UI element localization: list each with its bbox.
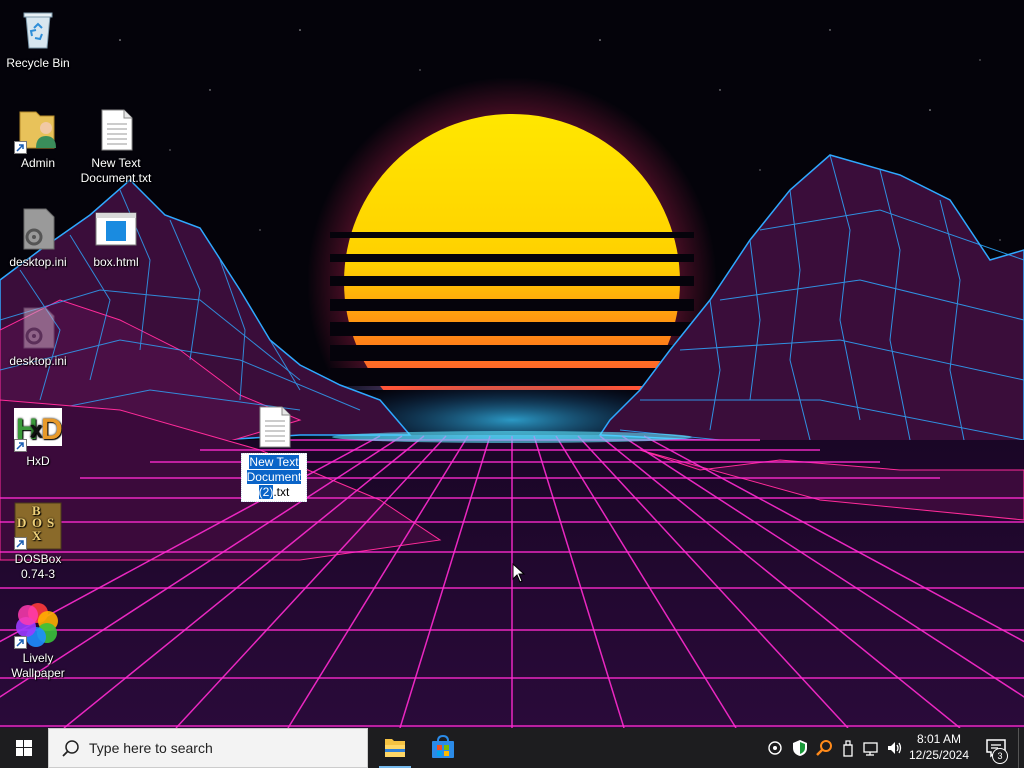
windows-logo-icon [16,740,32,756]
desktop-icon-new-text-document[interactable]: New Text Document.txt [78,106,154,186]
shortcut-arrow-icon [14,141,27,154]
search-icon [62,740,79,757]
recycle-bin-icon [14,6,62,54]
network-icon[interactable] [765,738,785,758]
settings-file-icon [14,205,62,253]
mouse-cursor-icon [512,563,526,583]
show-desktop-button[interactable] [1018,728,1024,768]
user-folder-icon [14,106,62,154]
svg-text:D: D [17,515,26,530]
desktop-icon-label: DOSBox 0.74-3 [14,552,62,581]
desktop-icon-label: desktop.ini [9,354,67,368]
desktop-icon-lively-wallpaper[interactable]: Lively Wallpaper [0,601,76,681]
defender-icon[interactable] [790,738,810,758]
clock-date: 12/25/2024 [908,748,970,762]
desktop-icon-label: Lively Wallpaper [11,651,65,680]
search-placeholder: Type here to search [89,740,213,756]
shortcut-arrow-icon [14,537,27,550]
desktop-icon-label: Recycle Bin [6,56,70,70]
desktop-icon-desktop-ini[interactable]: desktop.ini [0,205,76,270]
system-clock[interactable]: 8:01 AM 12/25/2024 [908,731,970,763]
hxd-icon: H x D [14,404,63,452]
desktop-icon-dosbox[interactable]: BDOSX DOSBox 0.74-3 [0,502,76,582]
desktop[interactable]: Recycle Bin Admin New Text Document.txt [0,0,1024,728]
rename-field[interactable]: New Text Document (2).txt [241,453,307,502]
taskbar-microsoft-store[interactable] [419,728,467,768]
desktop-icon-new-text-document-2[interactable]: New Text Document (2).txt [236,403,312,502]
store-bag-icon [432,734,454,758]
text-file-icon [92,106,140,154]
volume-icon[interactable] [885,738,905,758]
taskbar: Type here to search 8:01 AM 12/25/2024 3 [0,728,1024,768]
desktop-icon-recycle-bin[interactable]: Recycle Bin [0,6,76,71]
desktop-icon-label: Admin [20,156,55,170]
folder-icon [385,739,405,757]
desktop-icon-label: New Text Document.txt [80,156,152,185]
desktop-icon-desktop-ini-2[interactable]: desktop.ini [0,304,76,369]
svg-text:D: D [41,413,62,446]
desktop-icon-label: box.html [93,255,139,269]
shortcut-arrow-icon [14,636,27,649]
clock-time: 8:01 AM [916,732,962,746]
desktop-icon-label: HxD [26,454,50,468]
start-button[interactable] [0,728,48,768]
settings-file-icon [14,304,62,352]
rename-extension-text: .txt [273,485,290,499]
usb-icon[interactable] [838,738,858,758]
search-tool-icon[interactable] [814,738,834,758]
taskbar-file-explorer[interactable] [371,728,419,768]
shortcut-arrow-icon [14,439,27,452]
desktop-icon-hxd[interactable]: H x D HxD [0,404,76,469]
notification-center-button[interactable]: 3 [978,728,1014,768]
desktop-icon-admin[interactable]: Admin [0,106,76,171]
desktop-icon-label: desktop.ini [9,255,67,269]
html-file-icon [92,205,140,253]
desktop-icon-box-html[interactable]: box.html [78,205,154,270]
lively-wallpaper-icon [14,601,62,649]
svg-text:S: S [47,515,54,530]
svg-text:X: X [32,528,42,543]
dosbox-icon: BDOSX [14,502,62,550]
wifi-icon[interactable] [861,738,881,758]
text-file-icon [250,403,298,451]
notification-count-badge: 3 [992,748,1008,764]
taskbar-search-box[interactable]: Type here to search [48,728,368,768]
